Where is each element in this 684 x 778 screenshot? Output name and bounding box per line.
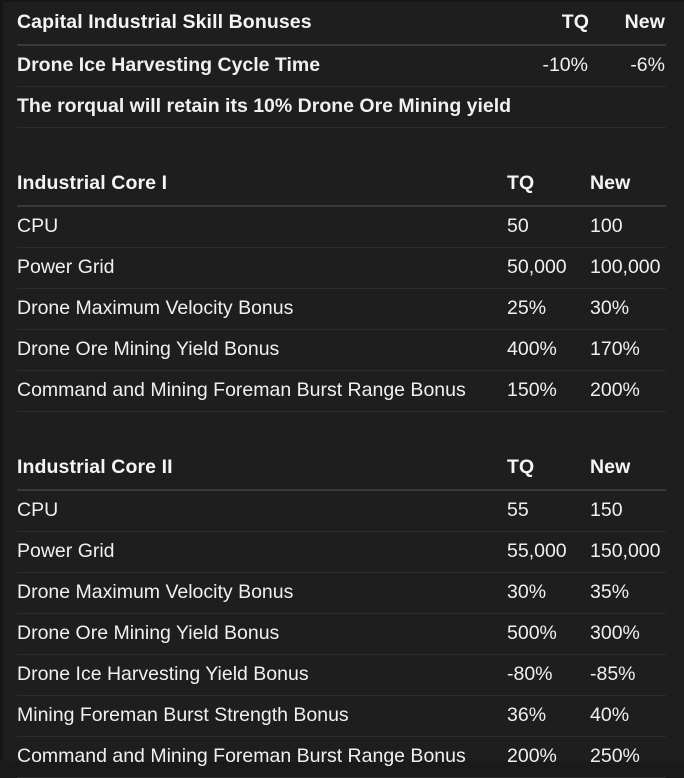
row-value-new: -6% (590, 45, 666, 87)
row-value-new: 250% (590, 736, 666, 778)
table-title: Industrial Core II (17, 447, 507, 491)
table-header: Capital Industrial Skill Bonuses TQ New (17, 2, 666, 46)
row-label: CPU (17, 490, 507, 532)
table-header: Industrial Core I TQ New (17, 163, 666, 207)
row-label: Command and Mining Foreman Burst Range B… (17, 370, 507, 412)
row-value-new: 300% (590, 613, 666, 655)
table-row: Drone Ore Mining Yield Bonus 400% 170% (17, 329, 666, 371)
row-label: Power Grid (17, 531, 507, 573)
table-row: CPU 55 150 (17, 490, 666, 532)
row-value-tq: 400% (507, 329, 590, 371)
row-value-tq: 50,000 (507, 247, 590, 289)
row-value-new: 150,000 (590, 531, 666, 573)
row-value-new: -85% (590, 654, 666, 696)
row-value-tq: 150% (507, 370, 590, 412)
table-row: Mining Foreman Burst Strength Bonus 36% … (17, 695, 666, 737)
row-value-new: 30% (590, 288, 666, 330)
column-header-tq: TQ (507, 2, 590, 46)
row-value-new: 150 (590, 490, 666, 532)
skill-bonuses-table-wrapper: Capital Industrial Skill Bonuses TQ New … (3, 2, 684, 128)
stats-comparison-page: Capital Industrial Skill Bonuses TQ New … (0, 0, 684, 778)
table-header-row: Industrial Core I TQ New (17, 163, 666, 207)
row-value-tq: 55 (507, 490, 590, 532)
row-value-new: 200% (590, 370, 666, 412)
row-value-tq: 50 (507, 206, 590, 248)
column-header-new: New (590, 2, 666, 46)
row-value-new: 40% (590, 695, 666, 737)
row-label: CPU (17, 206, 507, 248)
row-label: Command and Mining Foreman Burst Range B… (17, 736, 507, 778)
column-header-new: New (590, 163, 666, 207)
row-label: Drone Ore Mining Yield Bonus (17, 613, 507, 655)
column-header-tq: TQ (507, 447, 590, 491)
table-row: Power Grid 55,000 150,000 (17, 531, 666, 573)
row-value-tq: -10% (507, 45, 590, 87)
table-row: Command and Mining Foreman Burst Range B… (17, 736, 666, 778)
row-label: Drone Maximum Velocity Bonus (17, 288, 507, 330)
industrial-core-ii-table-wrapper: Industrial Core II TQ New CPU 55 150 Pow… (3, 447, 684, 778)
table-row: Drone Maximum Velocity Bonus 30% 35% (17, 572, 666, 614)
table-header: Industrial Core II TQ New (17, 447, 666, 491)
row-value-tq: 500% (507, 613, 590, 655)
table-row: CPU 50 100 (17, 206, 666, 248)
row-value-tq: 36% (507, 695, 590, 737)
table-row: Drone Ore Mining Yield Bonus 500% 300% (17, 613, 666, 655)
column-header-tq: TQ (507, 163, 590, 207)
table-body: CPU 50 100 Power Grid 50,000 100,000 Dro… (17, 206, 666, 412)
table-row: The rorqual will retain its 10% Drone Or… (17, 86, 666, 128)
industrial-core-i-table: Industrial Core I TQ New CPU 50 100 Powe… (17, 163, 666, 412)
row-label: Drone Maximum Velocity Bonus (17, 572, 507, 614)
table-body: CPU 55 150 Power Grid 55,000 150,000 Dro… (17, 490, 666, 778)
row-value-new: 170% (590, 329, 666, 371)
row-label: Power Grid (17, 247, 507, 289)
table-title: Industrial Core I (17, 163, 507, 207)
industrial-core-i-table-wrapper: Industrial Core I TQ New CPU 50 100 Powe… (3, 163, 684, 412)
row-label: Drone Ore Mining Yield Bonus (17, 329, 507, 371)
row-value-new: 35% (590, 572, 666, 614)
row-value-tq: 25% (507, 288, 590, 330)
table-row: Command and Mining Foreman Burst Range B… (17, 370, 666, 412)
table-row: Drone Ice Harvesting Cycle Time -10% -6% (17, 45, 666, 87)
row-note: The rorqual will retain its 10% Drone Or… (17, 86, 666, 128)
table-body: Drone Ice Harvesting Cycle Time -10% -6%… (17, 45, 666, 128)
table-header-row: Capital Industrial Skill Bonuses TQ New (17, 2, 666, 46)
row-value-tq: 30% (507, 572, 590, 614)
industrial-core-ii-table: Industrial Core II TQ New CPU 55 150 Pow… (17, 447, 666, 778)
table-row: Drone Ice Harvesting Yield Bonus -80% -8… (17, 654, 666, 696)
table-title: Capital Industrial Skill Bonuses (17, 2, 507, 46)
row-label: Mining Foreman Burst Strength Bonus (17, 695, 507, 737)
table-row: Drone Maximum Velocity Bonus 25% 30% (17, 288, 666, 330)
table-header-row: Industrial Core II TQ New (17, 447, 666, 491)
row-value-tq: -80% (507, 654, 590, 696)
row-value-new: 100,000 (590, 247, 666, 289)
row-value-new: 100 (590, 206, 666, 248)
row-label: Drone Ice Harvesting Cycle Time (17, 45, 507, 87)
table-row: Power Grid 50,000 100,000 (17, 247, 666, 289)
column-header-new: New (590, 447, 666, 491)
row-label: Drone Ice Harvesting Yield Bonus (17, 654, 507, 696)
capital-industrial-skill-bonuses-table: Capital Industrial Skill Bonuses TQ New … (17, 2, 666, 128)
row-value-tq: 200% (507, 736, 590, 778)
row-value-tq: 55,000 (507, 531, 590, 573)
